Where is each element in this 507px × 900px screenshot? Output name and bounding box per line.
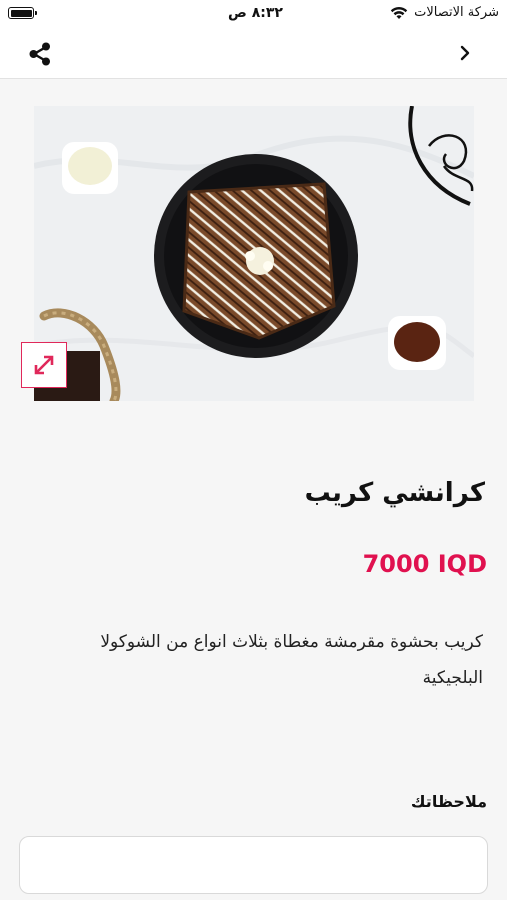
- status-bar: ٨:٣٢ ص شركة الاتصالات: [0, 0, 507, 28]
- crepe-illustration: [34, 106, 474, 401]
- expand-icon: [34, 355, 54, 375]
- wifi-icon: [390, 6, 408, 19]
- navigation-bar: [0, 28, 507, 79]
- carrier-name: شركة الاتصالات: [414, 5, 499, 20]
- back-button[interactable]: [457, 43, 473, 63]
- status-time: ٨:٣٢ ص: [228, 5, 283, 21]
- notes-label: ملاحظاتك: [410, 792, 487, 811]
- product-price: 7000 IQD: [362, 550, 487, 578]
- product-title: كرانشي كريب: [304, 478, 485, 508]
- carrier-info: شركة الاتصالات: [390, 5, 499, 20]
- share-button[interactable]: [26, 40, 54, 68]
- expand-image-button[interactable]: [21, 342, 67, 388]
- battery-icon: [8, 7, 37, 19]
- notes-input[interactable]: [19, 836, 488, 894]
- product-description: كريب بحشوة مقرمشة مغطاة بثلاث انواع من ا…: [100, 632, 483, 688]
- chevron-right-icon: [460, 45, 470, 61]
- share-icon: [29, 42, 50, 66]
- product-image: [34, 106, 474, 401]
